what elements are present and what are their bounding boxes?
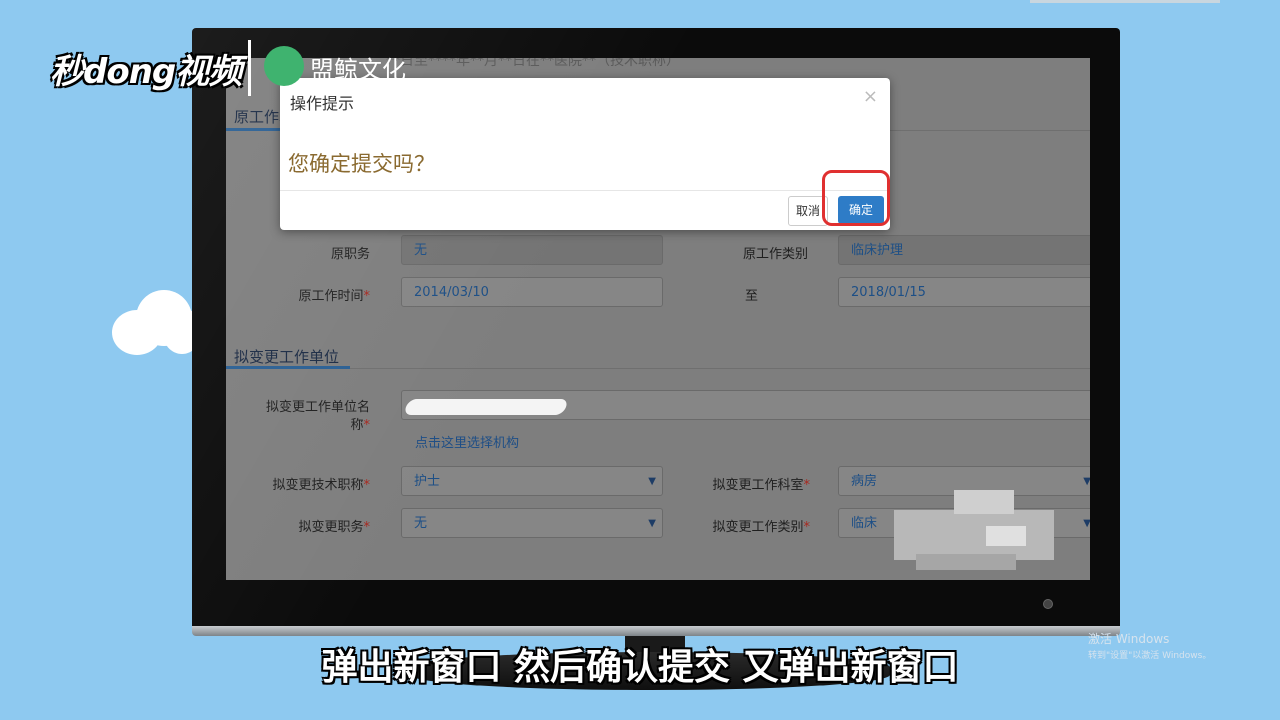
new-dept-label: 拟变更工作科室*	[712, 478, 810, 493]
section-underline	[226, 366, 350, 369]
new-title-label: 拟变更技术职称*	[272, 478, 370, 493]
orig-category-label: 原工作类别	[742, 247, 808, 262]
windows-watermark-sub: 转到"设置"以激活 Windows。	[1088, 651, 1212, 661]
orig-category-field: 临床护理	[838, 235, 1090, 265]
top-strip	[1030, 0, 1220, 3]
whale-icon	[264, 46, 304, 86]
close-icon[interactable]: ×	[863, 86, 878, 107]
divider	[280, 190, 890, 191]
divider	[248, 40, 251, 96]
new-position-select[interactable]: 无 ▼	[401, 508, 663, 538]
highlight-ring	[822, 170, 890, 226]
confirm-dialog: 操作提示 × 您确定提交吗？ 取消 确定	[280, 78, 890, 230]
redaction-scribble	[403, 399, 569, 415]
partner-logo-sub: meng jing wen hua	[320, 80, 397, 89]
chevron-down-icon: ▼	[1083, 476, 1090, 487]
orig-position-label: 原职务	[330, 247, 370, 262]
chevron-down-icon: ▼	[648, 476, 656, 487]
new-category-label: 拟变更工作类别*	[712, 520, 810, 535]
section-title-new: 拟变更工作单位	[234, 348, 340, 366]
power-indicator	[1043, 599, 1053, 609]
windows-watermark: 激活 Windows	[1088, 632, 1170, 646]
brand-logo: 秒dong视频	[50, 52, 242, 92]
choose-org-link[interactable]: 点击这里选择机构	[415, 432, 519, 451]
orig-position-field: 无	[401, 235, 663, 265]
chevron-down-icon: ▼	[648, 518, 656, 529]
dialog-title: 操作提示	[290, 94, 355, 113]
divider	[226, 368, 1090, 369]
chevron-down-icon: ▼	[1083, 518, 1090, 529]
new-title-select[interactable]: 护士 ▼	[401, 466, 663, 496]
dialog-message: 您确定提交吗？	[288, 152, 435, 176]
cloud-decoration	[112, 290, 202, 360]
monitor-bezel	[192, 626, 1120, 636]
faded-header-text: **日至****年**月**日在**医院**（技术职称）	[386, 58, 680, 69]
to-label: 至	[744, 289, 758, 304]
orig-time-start-input[interactable]: 2014/03/10	[401, 277, 663, 307]
new-position-label: 拟变更职务*	[298, 520, 370, 535]
orig-time-end-input[interactable]: 2018/01/15	[838, 277, 1090, 307]
new-unit-name-label: 拟变更工作单位名 称*	[265, 400, 370, 433]
orig-time-label: 原工作时间*	[298, 289, 370, 304]
